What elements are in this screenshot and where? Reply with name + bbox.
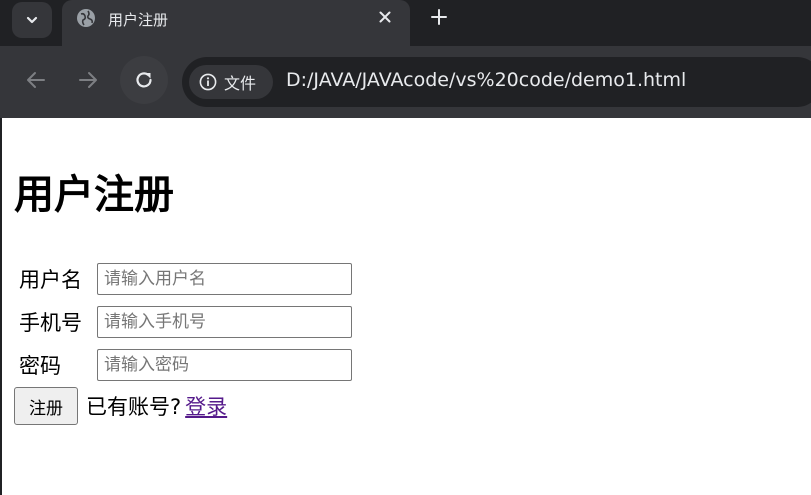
- reload-icon: [136, 72, 152, 88]
- active-tab[interactable]: 用户注册: [62, 0, 410, 46]
- globe-icon: [77, 9, 95, 27]
- phone-row: 手机号: [19, 306, 352, 338]
- password-row: 密码: [19, 349, 352, 381]
- info-icon: [199, 73, 217, 91]
- tab-title: 用户注册: [108, 11, 169, 29]
- page-content: 用户注册 用户名 手机号 密码 注册 已有账号? 登录: [2, 118, 811, 495]
- page-title: 用户注册: [14, 172, 174, 218]
- phone-input[interactable]: [97, 306, 352, 338]
- login-link[interactable]: 登录: [185, 391, 227, 421]
- arrow-right-icon: [79, 72, 97, 88]
- username-label: 用户名: [19, 268, 82, 292]
- arrow-left-icon: [27, 72, 45, 88]
- new-tab-button[interactable]: [428, 6, 450, 28]
- username-row: 用户名: [19, 263, 352, 295]
- phone-label: 手机号: [19, 311, 82, 335]
- password-input[interactable]: [97, 349, 352, 381]
- password-label: 密码: [19, 354, 61, 378]
- forward-button[interactable]: [68, 60, 108, 100]
- url-text[interactable]: D:/JAVA/JAVAcode/vs%20code/demo1.html: [286, 69, 686, 91]
- reload-button[interactable]: [120, 56, 168, 104]
- register-button[interactable]: 注册: [14, 387, 78, 425]
- tab-search-button[interactable]: [12, 2, 52, 38]
- close-icon: [379, 11, 391, 23]
- plus-icon: [431, 9, 447, 25]
- back-button[interactable]: [16, 60, 56, 100]
- tab-close-button[interactable]: [374, 6, 396, 28]
- tab-strip: 用户注册: [0, 0, 811, 46]
- site-info-chip[interactable]: 文件: [189, 65, 273, 99]
- action-row: 注册 已有账号? 登录: [14, 387, 227, 425]
- username-input[interactable]: [97, 263, 352, 295]
- address-bar[interactable]: 文件 D:/JAVA/JAVAcode/vs%20code/demo1.html: [182, 57, 811, 107]
- site-info-label: 文件: [224, 74, 257, 93]
- chevron-down-icon: [26, 16, 38, 24]
- login-prompt: 已有账号?: [86, 395, 182, 419]
- browser-toolbar: 文件 D:/JAVA/JAVAcode/vs%20code/demo1.html: [0, 46, 811, 118]
